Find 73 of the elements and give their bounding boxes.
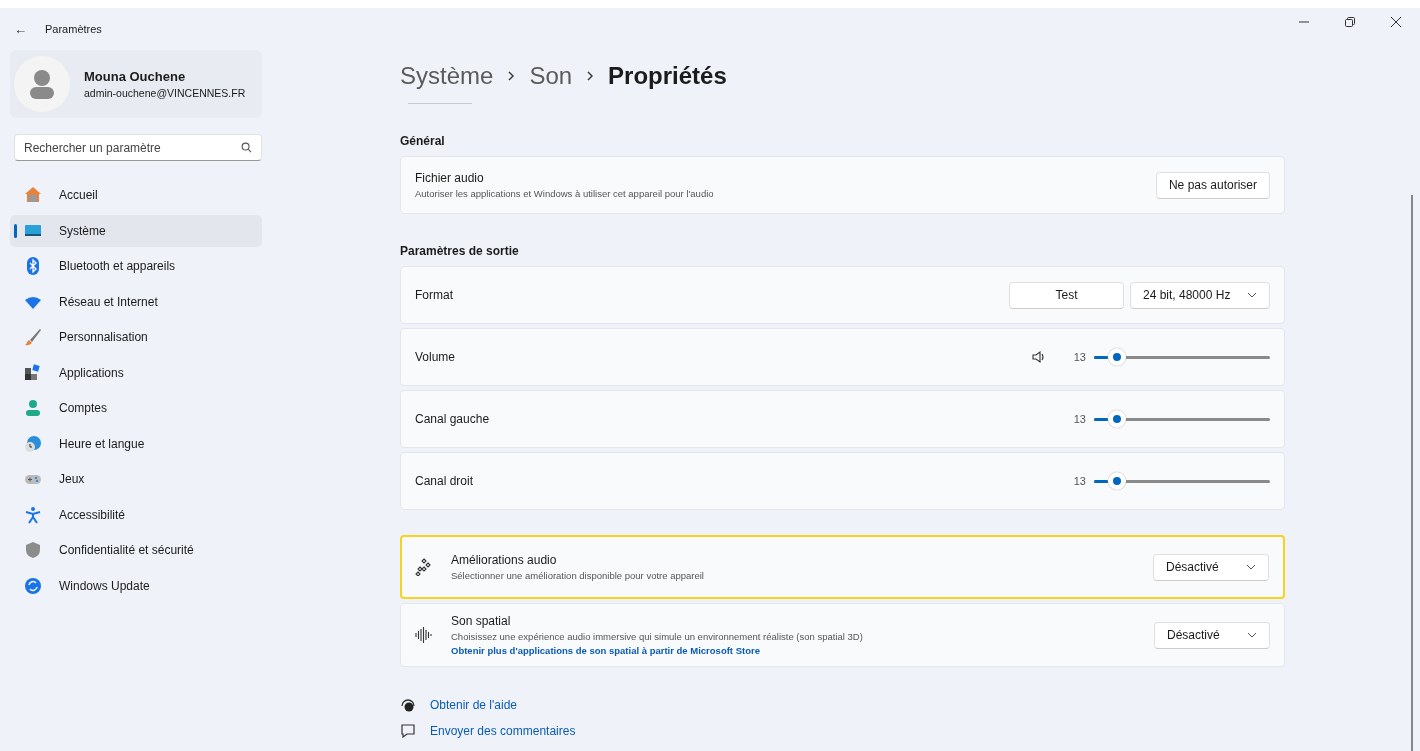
person-icon: [24, 399, 42, 417]
breadcrumb-item[interactable]: Système: [400, 62, 494, 90]
sidebar-item[interactable]: Confidentialité et sécurité: [10, 534, 262, 566]
breadcrumb-item: Propriétés: [608, 62, 727, 90]
setting-label: Volume: [415, 350, 457, 364]
slider-thumb[interactable]: [1107, 410, 1126, 428]
home-icon: [24, 186, 42, 204]
setting-description: Autoriser les applications et Windows à utiliser cet appareil pour l'audio: [415, 188, 715, 199]
brush-icon: [24, 328, 42, 346]
restore-icon[interactable]: [1344, 16, 1356, 28]
sidebar-item[interactable]: Bluetooth et appareils: [10, 250, 262, 282]
window-title: Paramètres: [45, 23, 102, 35]
section-heading: Paramètres de sortie: [400, 244, 520, 258]
feedback-icon: [400, 723, 416, 739]
sidebar-item[interactable]: Jeux: [10, 463, 262, 495]
update-icon: [24, 576, 42, 595]
chevron-right-icon: [586, 70, 595, 82]
sidebar-item[interactable]: Système: [10, 214, 262, 247]
help-link[interactable]: Obtenir de l'aide: [430, 698, 517, 712]
user-email: admin-ouchene@VINCENNES.FR: [84, 87, 246, 99]
mode-dropdown[interactable]: Désactivé: [1153, 553, 1269, 581]
slider-value: 13: [1073, 351, 1086, 363]
back-button[interactable]: ←: [14, 21, 27, 37]
slider-value: 13: [1073, 413, 1086, 425]
accessibility-icon: [24, 505, 42, 524]
bluetooth-icon: [24, 257, 42, 275]
search-field[interactable]: Rechercher un paramètre: [14, 134, 262, 161]
sidebar-item[interactable]: Accessibilité: [10, 498, 262, 531]
chevron-down-icon: [1246, 564, 1256, 570]
setting-description: Choisissez une expérience audio immersive qui simule un environnement réaliste (son spatial 3D): [451, 631, 864, 642]
chevron-down-icon: [1247, 292, 1257, 298]
mode-dropdown[interactable]: Désactivé: [1154, 621, 1270, 649]
setting-label: Format: [415, 288, 454, 302]
breadcrumb-item[interactable]: Son: [529, 62, 573, 90]
scrollbar[interactable]: [1411, 195, 1413, 751]
feedback-link[interactable]: Envoyer des commentaires: [430, 724, 576, 738]
slider-value: 13: [1073, 475, 1086, 487]
sidebar-item[interactable]: Personnalisation: [10, 321, 262, 353]
setting-label: Son spatial: [451, 614, 512, 628]
sidebar-item[interactable]: Heure et langue: [10, 427, 262, 460]
apps-icon: [24, 363, 42, 382]
profile-card[interactable]: Mouna Ouchene admin-ouchene@VINCENNES.FR: [10, 50, 262, 118]
chevron-right-icon: [507, 70, 516, 82]
search-icon: [241, 142, 252, 153]
test-button[interactable]: Test: [1009, 281, 1124, 309]
user-name: Mouna Ouchene: [84, 69, 187, 84]
sidebar-item[interactable]: Comptes: [10, 392, 262, 424]
setting-label: Canal droit: [415, 474, 475, 488]
slider-thumb[interactable]: [1107, 472, 1126, 490]
setting-label: Canal gauche: [415, 412, 491, 426]
slider-fill: [1094, 355, 1108, 359]
avatar-icon: [14, 56, 70, 112]
chevron-down-icon: [1247, 632, 1257, 638]
sidebar-item[interactable]: Applications: [10, 356, 262, 389]
shield-icon: [24, 541, 42, 559]
setting-label: Améliorations audio: [451, 553, 558, 567]
sidebar-item[interactable]: Réseau et Internet: [10, 285, 262, 318]
close-icon[interactable]: [1390, 16, 1402, 28]
store-link[interactable]: Obtenir plus d'applications de son spatial à partir de Microsoft Store: [451, 645, 1154, 656]
section-heading: Général: [400, 134, 446, 148]
sidebar-item[interactable]: Accueil: [10, 179, 262, 211]
slider-fill: [1094, 417, 1108, 421]
slider-thumb[interactable]: [1107, 348, 1126, 366]
globe-icon: [24, 434, 42, 453]
setting-label: Fichier audio: [415, 171, 485, 185]
format-dropdown[interactable]: 24 bit, 48000 Hz: [1130, 281, 1270, 309]
help-icon: [400, 697, 416, 713]
sound-wave-icon: [415, 626, 433, 644]
slider-fill: [1094, 479, 1108, 483]
deny-button[interactable]: Ne pas autoriser: [1155, 171, 1270, 199]
sparkle-icon: [415, 558, 433, 576]
setting-description: Sélectionner une amélioration disponible pour votre appareil: [451, 570, 705, 581]
sidebar-item[interactable]: Windows Update: [10, 569, 262, 602]
